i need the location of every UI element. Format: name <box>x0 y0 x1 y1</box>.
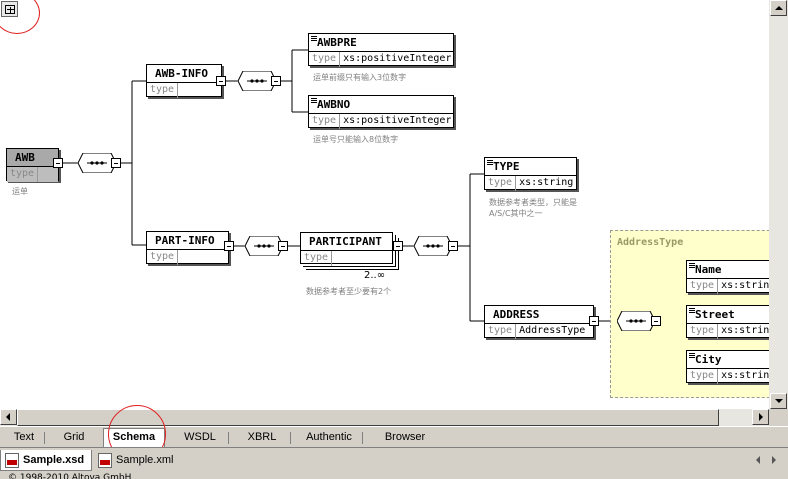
document-tab-bar: Sample.xsd Sample.xml <box>0 447 788 472</box>
scroll-right-button[interactable] <box>752 409 769 425</box>
element-type[interactable]: TYPE type xs:string <box>484 157 577 191</box>
element-awb-name: AWB <box>7 149 58 167</box>
xmlspy-window: AddressType AWB type 运单 AWB-INFO type AW… <box>0 0 788 479</box>
collapse-sequence-button[interactable] <box>271 76 281 86</box>
collapse-sequence-button[interactable] <box>111 158 121 168</box>
element-name[interactable]: Name typexs:string <box>686 260 769 294</box>
tab-schema[interactable]: Schema <box>103 428 165 448</box>
status-bar: © 1998-2010 Altova GmbH <box>0 472 788 479</box>
scroll-down-button[interactable] <box>770 393 787 409</box>
collapse-participant-button[interactable] <box>393 241 403 251</box>
sequence-compositor-icon[interactable] <box>616 310 656 332</box>
horizontal-scroll-thumb[interactable] <box>17 409 719 426</box>
tab-scroll-right-icon[interactable] <box>772 456 776 464</box>
sequence-compositor-icon[interactable] <box>413 235 453 257</box>
awbpre-annotation: 运单前缀只有输入3位数字 <box>313 73 407 82</box>
file-tab-sample-xml[interactable]: Sample.xml <box>94 450 186 471</box>
tab-browser[interactable]: Browser <box>370 429 440 447</box>
element-street[interactable]: Street typexs:string <box>686 305 769 339</box>
awb-annotation: 运单 <box>12 187 28 196</box>
tab-text[interactable]: Text <box>4 429 45 447</box>
element-awb[interactable]: AWB type <box>6 148 59 182</box>
participant-annotation: 数据参考者至少要有2个 <box>306 287 392 296</box>
awbno-annotation: 运单号只能输入8位数字 <box>313 135 399 144</box>
address-type-label: AddressType <box>617 237 684 248</box>
type-annotation-line1: 数据参考者类型，只能是 <box>489 198 577 207</box>
schema-overview-icon[interactable] <box>1 1 18 17</box>
tab-authentic[interactable]: Authentic <box>296 429 363 447</box>
collapse-sequence-button[interactable] <box>651 316 661 326</box>
collapse-part-info-button[interactable] <box>224 241 234 251</box>
scroll-corner <box>769 409 788 426</box>
element-participant[interactable]: PARTICIPANT type <box>300 232 393 266</box>
tab-xbrl[interactable]: XBRL <box>234 429 291 447</box>
collapse-address-button[interactable] <box>589 316 599 326</box>
element-awbpre[interactable]: AWBPRE type xs:positiveInteger <box>308 33 454 67</box>
participant-cardinality: 2..∞ <box>364 270 386 281</box>
vertical-scrollbar[interactable] <box>769 0 788 409</box>
schema-design-canvas[interactable]: AddressType AWB type 运单 AWB-INFO type AW… <box>0 0 769 409</box>
collapse-sequence-button[interactable] <box>278 241 288 251</box>
element-awbno[interactable]: AWBNO type xs:positiveInteger <box>308 95 454 129</box>
tab-scroll-left-icon[interactable] <box>756 456 760 464</box>
horizontal-scrollbar[interactable] <box>0 409 769 426</box>
collapse-awb-button[interactable] <box>53 158 63 168</box>
element-awb-info[interactable]: AWB-INFO type <box>146 64 222 98</box>
element-city[interactable]: City typexs:string <box>686 350 769 384</box>
xml-file-icon <box>98 453 112 468</box>
element-address[interactable]: ADDRESS type AddressType <box>484 305 594 339</box>
tab-grid[interactable]: Grid <box>52 429 96 447</box>
scroll-left-button[interactable] <box>0 409 17 425</box>
scroll-up-button[interactable] <box>770 0 787 16</box>
type-annotation-line2: A/S/C其中之一 <box>489 209 543 218</box>
collapse-sequence-button[interactable] <box>448 241 458 251</box>
element-part-info[interactable]: PART-INFO type <box>146 231 229 265</box>
view-tab-bar: Text Grid Schema WSDL XBRL Authentic Bro… <box>0 426 788 448</box>
xsd-file-icon <box>5 453 19 468</box>
tab-wsdl[interactable]: WSDL <box>172 429 229 447</box>
collapse-awb-info-button[interactable] <box>216 76 226 86</box>
file-tab-sample-xsd[interactable]: Sample.xsd <box>0 450 92 471</box>
